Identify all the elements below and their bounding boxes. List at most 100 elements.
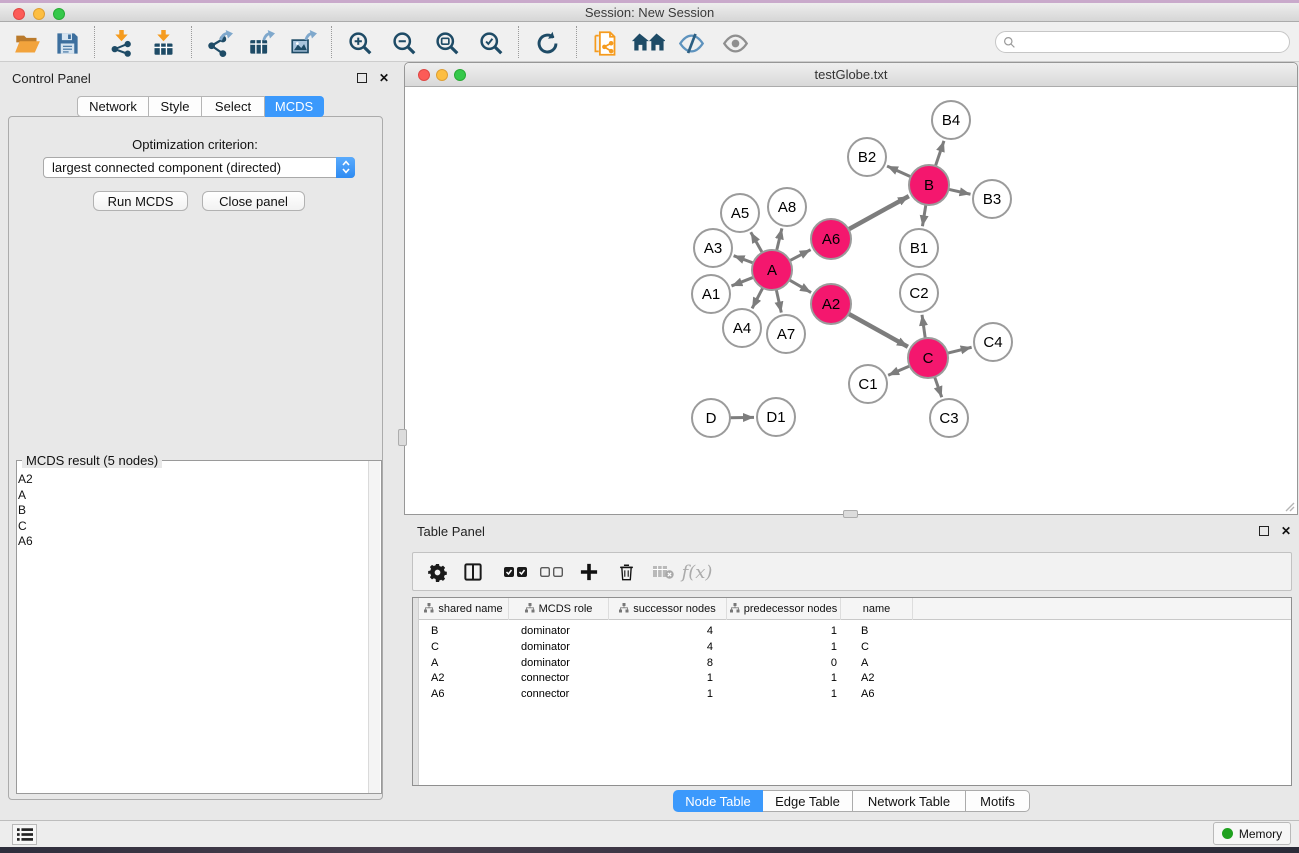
tab-mcds[interactable]: MCDS — [265, 96, 324, 117]
edge-A-A6[interactable] — [790, 250, 811, 261]
export-network-button[interactable] — [203, 27, 235, 59]
mcds-result-item[interactable]: A — [18, 488, 362, 504]
zoom-selected-button[interactable] — [475, 27, 507, 59]
new-network-from-file-button[interactable] — [589, 27, 621, 59]
edge-A6-B[interactable] — [849, 196, 909, 229]
cell-successor-nodes[interactable]: 4 — [609, 639, 727, 655]
network-graph[interactable]: AA1A2A3A4A5A6A7A8BB1B2B3B4CC1C2C3C4DD1 — [405, 87, 1297, 514]
edge-A-A3[interactable] — [734, 256, 754, 263]
mcds-result-item[interactable]: A2 — [18, 472, 362, 488]
open-session-button[interactable] — [11, 27, 43, 59]
home-layout-button[interactable] — [629, 27, 667, 59]
column-header-successor-nodes[interactable]: successor nodes — [609, 598, 727, 620]
column-header-MCDS-role[interactable]: MCDS role — [509, 598, 609, 620]
cell-mcds-role[interactable]: dominator — [509, 655, 609, 671]
edge-B-B3[interactable] — [949, 189, 971, 194]
zoom-window-button[interactable] — [53, 8, 65, 20]
show-task-history-button[interactable] — [12, 824, 37, 845]
criterion-dropdown[interactable]: largest connected component (directed) — [43, 157, 355, 178]
node-C1[interactable]: C1 — [849, 365, 887, 403]
edge-C-C3[interactable] — [935, 377, 942, 397]
node-B1[interactable]: B1 — [900, 229, 938, 267]
cell-shared-name[interactable]: A2 — [419, 670, 509, 686]
run-mcds-button[interactable]: Run MCDS — [93, 191, 188, 211]
column-header-shared-name[interactable]: shared name — [419, 598, 509, 620]
edge-A-A8[interactable] — [777, 228, 782, 250]
cell-successor-nodes[interactable]: 4 — [609, 623, 727, 639]
float-panel-icon[interactable] — [1259, 526, 1269, 536]
cell-shared-name[interactable]: C — [419, 639, 509, 655]
close-panel-icon[interactable]: ✕ — [1281, 526, 1291, 536]
tab-network[interactable]: Network — [77, 96, 149, 117]
split-divider-grip[interactable] — [398, 429, 407, 446]
save-session-button[interactable] — [51, 27, 83, 59]
network-zoom-button[interactable] — [454, 69, 466, 81]
node-A6[interactable]: A6 — [811, 219, 851, 259]
cell-successor-nodes[interactable]: 1 — [609, 686, 727, 702]
export-table-button[interactable] — [245, 27, 277, 59]
edge-A-A4[interactable] — [752, 288, 763, 309]
network-close-button[interactable] — [418, 69, 430, 81]
tab-style[interactable]: Style — [149, 96, 202, 117]
cell-mcds-role[interactable]: connector — [509, 686, 609, 702]
cell-name[interactable]: B — [841, 623, 913, 639]
close-panel-button[interactable]: Close panel — [202, 191, 305, 211]
node-C[interactable]: C — [908, 338, 948, 378]
close-panel-icon[interactable]: ✕ — [379, 73, 389, 83]
node-C3[interactable]: C3 — [930, 399, 968, 437]
cell-predecessor-nodes[interactable]: 1 — [727, 670, 841, 686]
edge-B-B2[interactable] — [887, 166, 911, 177]
column-header-name[interactable]: name — [841, 598, 913, 620]
refresh-view-button[interactable] — [531, 27, 563, 59]
network-minimize-button[interactable] — [436, 69, 448, 81]
node-A1[interactable]: A1 — [692, 275, 730, 313]
zoom-fit-button[interactable] — [431, 27, 463, 59]
zoom-out-button[interactable] — [388, 27, 420, 59]
cell-predecessor-nodes[interactable]: 0 — [727, 655, 841, 671]
table-row[interactable]: Adominator80A — [419, 655, 1291, 671]
hide-graphics-details-button[interactable] — [675, 27, 707, 59]
cell-predecessor-nodes[interactable]: 1 — [727, 686, 841, 702]
export-image-button[interactable] — [287, 27, 319, 59]
mcds-result-item[interactable]: A6 — [18, 534, 362, 550]
resize-grip-icon[interactable] — [1283, 500, 1295, 512]
edge-A-A7[interactable] — [776, 290, 781, 313]
float-panel-icon[interactable] — [357, 73, 367, 83]
node-B4[interactable]: B4 — [932, 101, 970, 139]
cell-mcds-role[interactable]: dominator — [509, 623, 609, 639]
node-D[interactable]: D — [692, 399, 730, 437]
import-table-button[interactable] — [147, 27, 179, 59]
node-A2[interactable]: A2 — [811, 284, 851, 324]
mcds-result-scrollbar[interactable] — [368, 461, 380, 793]
cell-shared-name[interactable]: B — [419, 623, 509, 639]
select-all-rows-button[interactable] — [501, 560, 531, 584]
node-C4[interactable]: C4 — [974, 323, 1012, 361]
zoom-in-button[interactable] — [344, 27, 376, 59]
node-B2[interactable]: B2 — [848, 138, 886, 176]
minimize-window-button[interactable] — [33, 8, 45, 20]
edge-B-B1[interactable] — [922, 205, 925, 227]
cell-name[interactable]: C — [841, 639, 913, 655]
cell-shared-name[interactable]: A6 — [419, 686, 509, 702]
cell-shared-name[interactable]: A — [419, 655, 509, 671]
search-field[interactable] — [995, 31, 1290, 53]
edge-A-A5[interactable] — [751, 232, 762, 252]
node-A5[interactable]: A5 — [721, 194, 759, 232]
edge-A-A1[interactable] — [731, 277, 753, 286]
cell-predecessor-nodes[interactable]: 1 — [727, 623, 841, 639]
cell-predecessor-nodes[interactable]: 1 — [727, 639, 841, 655]
add-column-button[interactable] — [460, 560, 486, 584]
edge-B-B4[interactable] — [935, 141, 944, 166]
tab-network-table[interactable]: Network Table — [853, 790, 966, 812]
cell-name[interactable]: A — [841, 655, 913, 671]
node-A3[interactable]: A3 — [694, 229, 732, 267]
tab-select[interactable]: Select — [202, 96, 265, 117]
tab-motifs[interactable]: Motifs — [966, 790, 1030, 812]
table-row[interactable]: Bdominator41B — [419, 623, 1291, 639]
node-C2[interactable]: C2 — [900, 274, 938, 312]
tab-edge-table[interactable]: Edge Table — [763, 790, 853, 812]
delete-rows-button[interactable] — [613, 560, 639, 584]
cell-name[interactable]: A2 — [841, 670, 913, 686]
cell-mcds-role[interactable]: connector — [509, 670, 609, 686]
function-builder-button[interactable]: f(x) — [680, 560, 714, 584]
